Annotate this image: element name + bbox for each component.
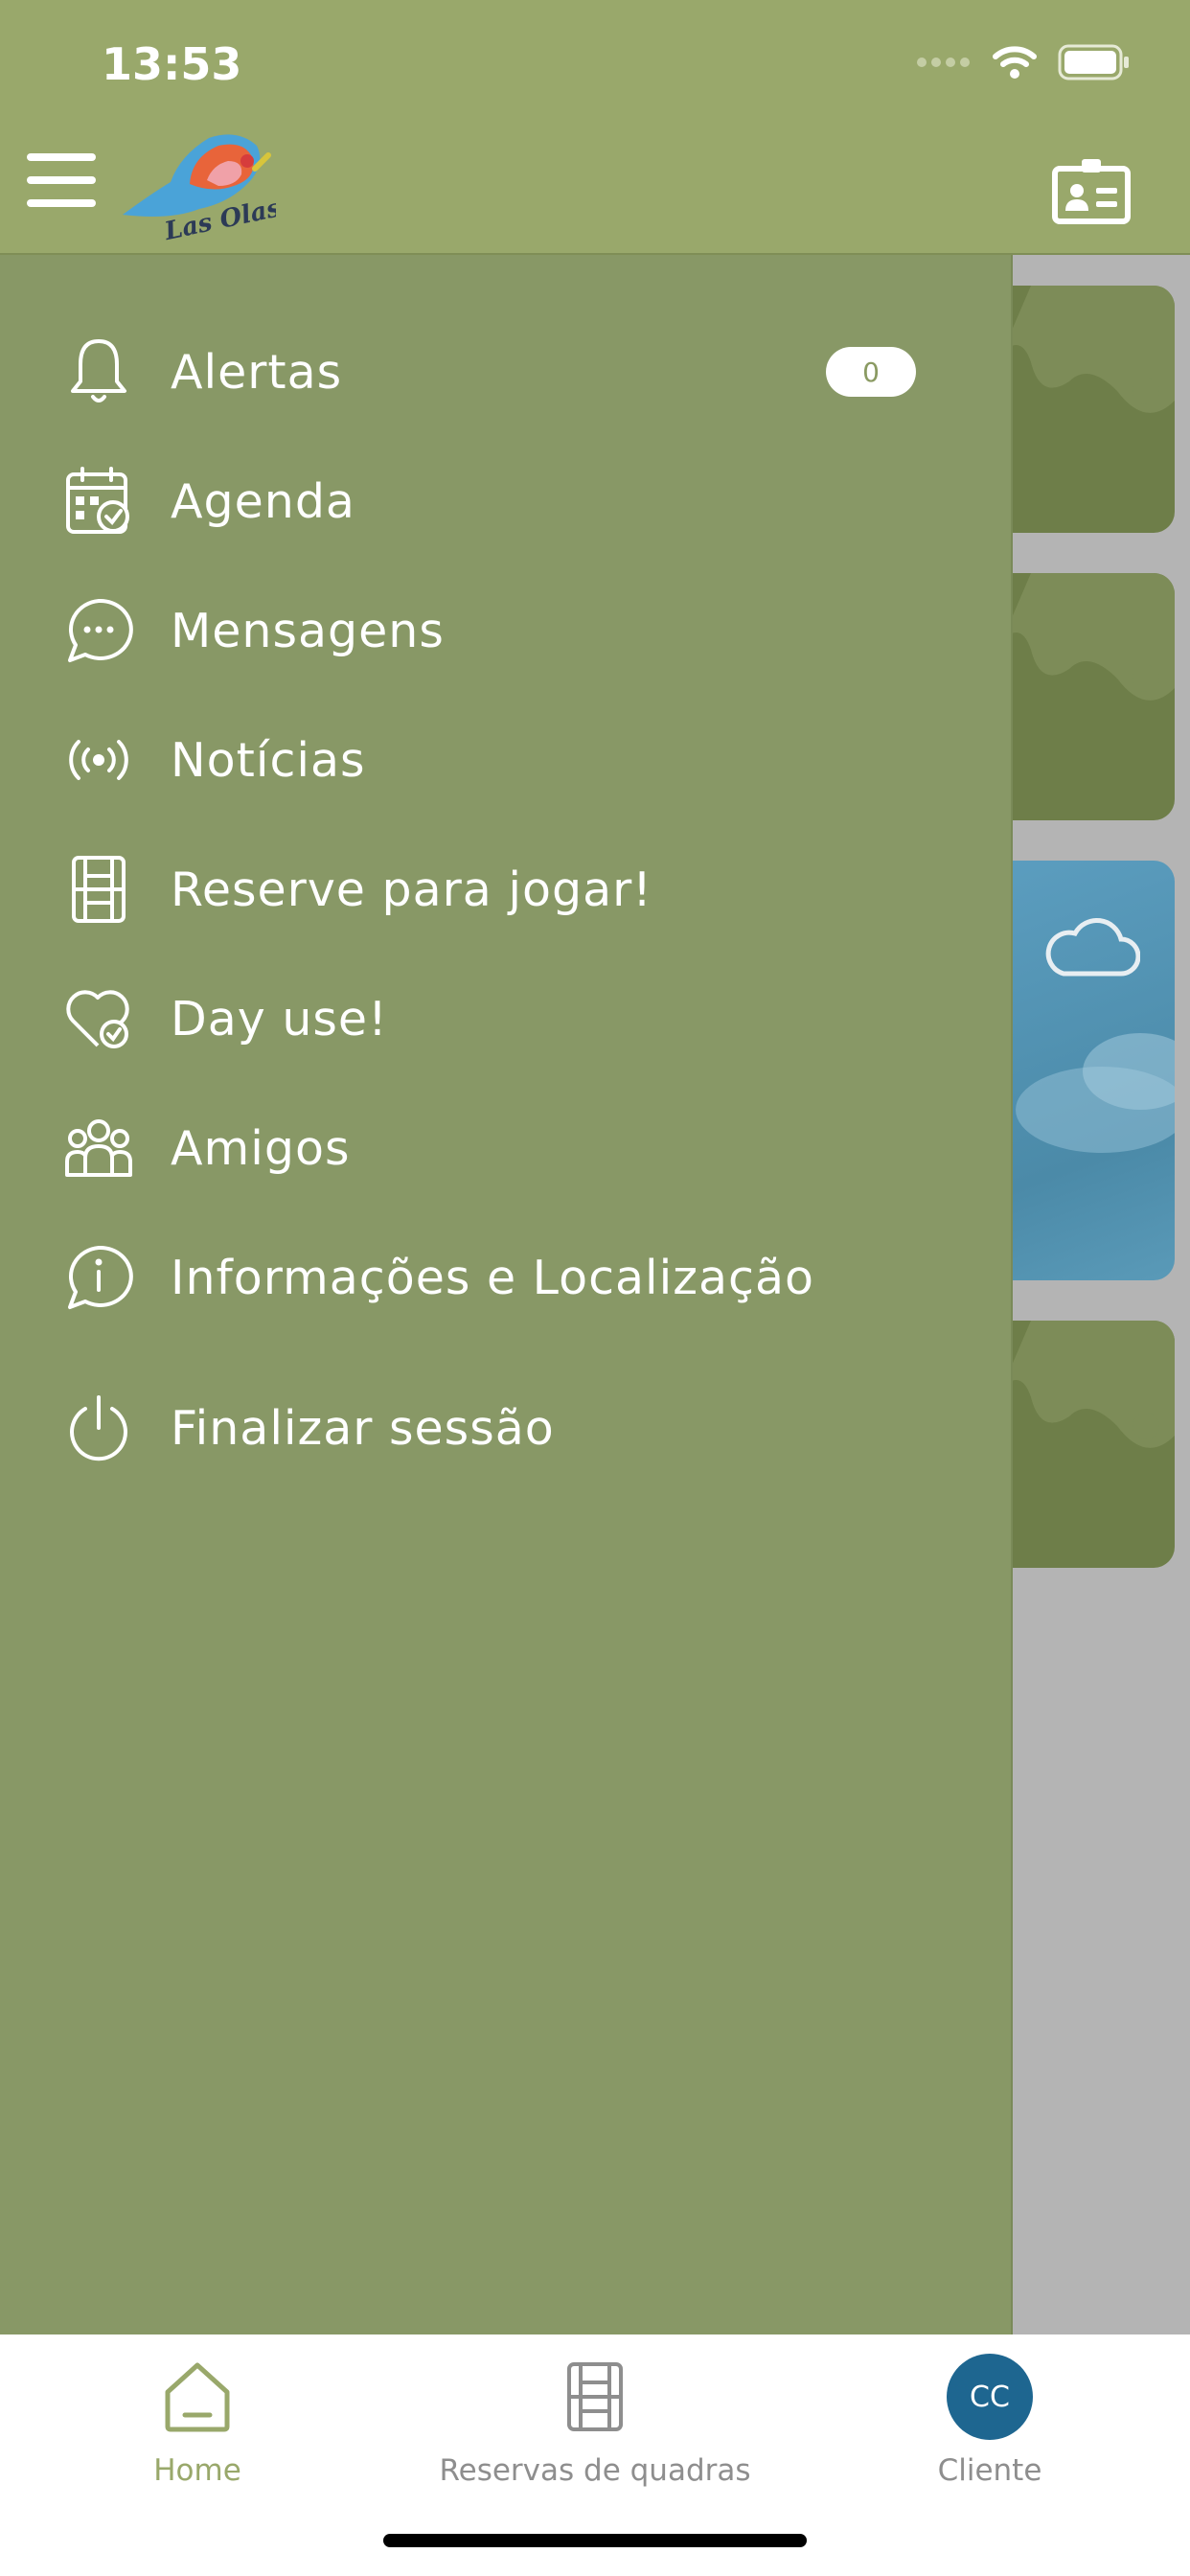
chat-bubble-icon <box>63 595 134 666</box>
menu-item-label: Mensagens <box>171 603 445 658</box>
home-indicator <box>383 2534 807 2547</box>
cloud-icon <box>1045 917 1140 977</box>
menu-item-label: Amigos <box>171 1120 351 1176</box>
heart-check-icon <box>63 983 134 1054</box>
menu-line <box>27 176 96 184</box>
menu-item-label: Finalizar sessão <box>171 1400 555 1456</box>
status-icons <box>916 44 1131 80</box>
tab-home[interactable]: Home <box>15 2354 379 2517</box>
id-card-button[interactable] <box>1052 157 1131 224</box>
bell-icon <box>63 336 134 407</box>
tab-label: Home <box>153 2453 241 2488</box>
tab-reservas-de-quadras[interactable]: Reservas de quadras <box>413 2354 777 2517</box>
menu-item-finalizar-sessao[interactable]: Finalizar sessão <box>0 1370 1011 1485</box>
court-icon <box>552 2354 638 2440</box>
people-icon <box>63 1113 134 1184</box>
menu-line <box>27 199 96 207</box>
menu-item-alertas[interactable]: Alertas 0 <box>0 314 1011 429</box>
menu-item-label: Day use! <box>171 991 388 1046</box>
power-icon <box>63 1392 134 1463</box>
menu-item-agenda[interactable]: Agenda <box>0 444 1011 559</box>
menu-item-day-use[interactable]: Day use! <box>0 961 1011 1076</box>
menu-item-label: Alertas <box>171 344 343 400</box>
side-drawer: Alertas 0 Agenda Mensagens Notícias Rese… <box>0 255 1013 2334</box>
battery-icon <box>1058 44 1129 80</box>
menu-item-mensagens[interactable]: Mensagens <box>0 573 1011 688</box>
menu-item-label: Notícias <box>171 732 366 788</box>
menu-item-amigos[interactable]: Amigos <box>0 1091 1011 1206</box>
menu-button[interactable] <box>27 153 96 211</box>
menu-item-noticias[interactable]: Notícias <box>0 702 1011 817</box>
menu-line <box>27 153 96 161</box>
home-icon <box>154 2354 240 2440</box>
menu-item-label: Reserve para jogar! <box>171 862 652 917</box>
tab-label: Reservas de quadras <box>439 2453 751 2488</box>
menu-item-label: Agenda <box>171 473 355 529</box>
wifi-icon <box>993 46 1037 79</box>
court-icon <box>63 854 134 925</box>
card-decoration <box>1002 573 1175 701</box>
calendar-check-icon <box>63 466 134 537</box>
bottom-tab-bar: Home Reservas de quadras CC Cliente <box>0 2334 1190 2576</box>
menu-item-label: Informações e Localização <box>171 1250 814 1305</box>
las-olas-logo: Las Olas <box>123 134 276 246</box>
broadcast-icon <box>63 724 134 795</box>
avatar: CC <box>947 2354 1033 2440</box>
tab-cliente[interactable]: CC Cliente <box>808 2354 1172 2517</box>
status-time: 13:53 <box>102 38 242 90</box>
card-decoration <box>1002 286 1175 413</box>
menu-item-informacoes-e-localizacao[interactable]: Informações e Localização <box>0 1220 1011 1335</box>
alerts-count-badge: 0 <box>826 347 916 397</box>
menu-item-reserve-para-jogar[interactable]: Reserve para jogar! <box>0 832 1011 947</box>
tab-label: Cliente <box>937 2453 1042 2488</box>
card-decoration <box>1002 1321 1175 1448</box>
app-header: 13:53 Las Olas <box>0 0 1190 255</box>
cellular-signal-icon <box>917 58 970 67</box>
info-bubble-icon <box>63 1242 134 1313</box>
